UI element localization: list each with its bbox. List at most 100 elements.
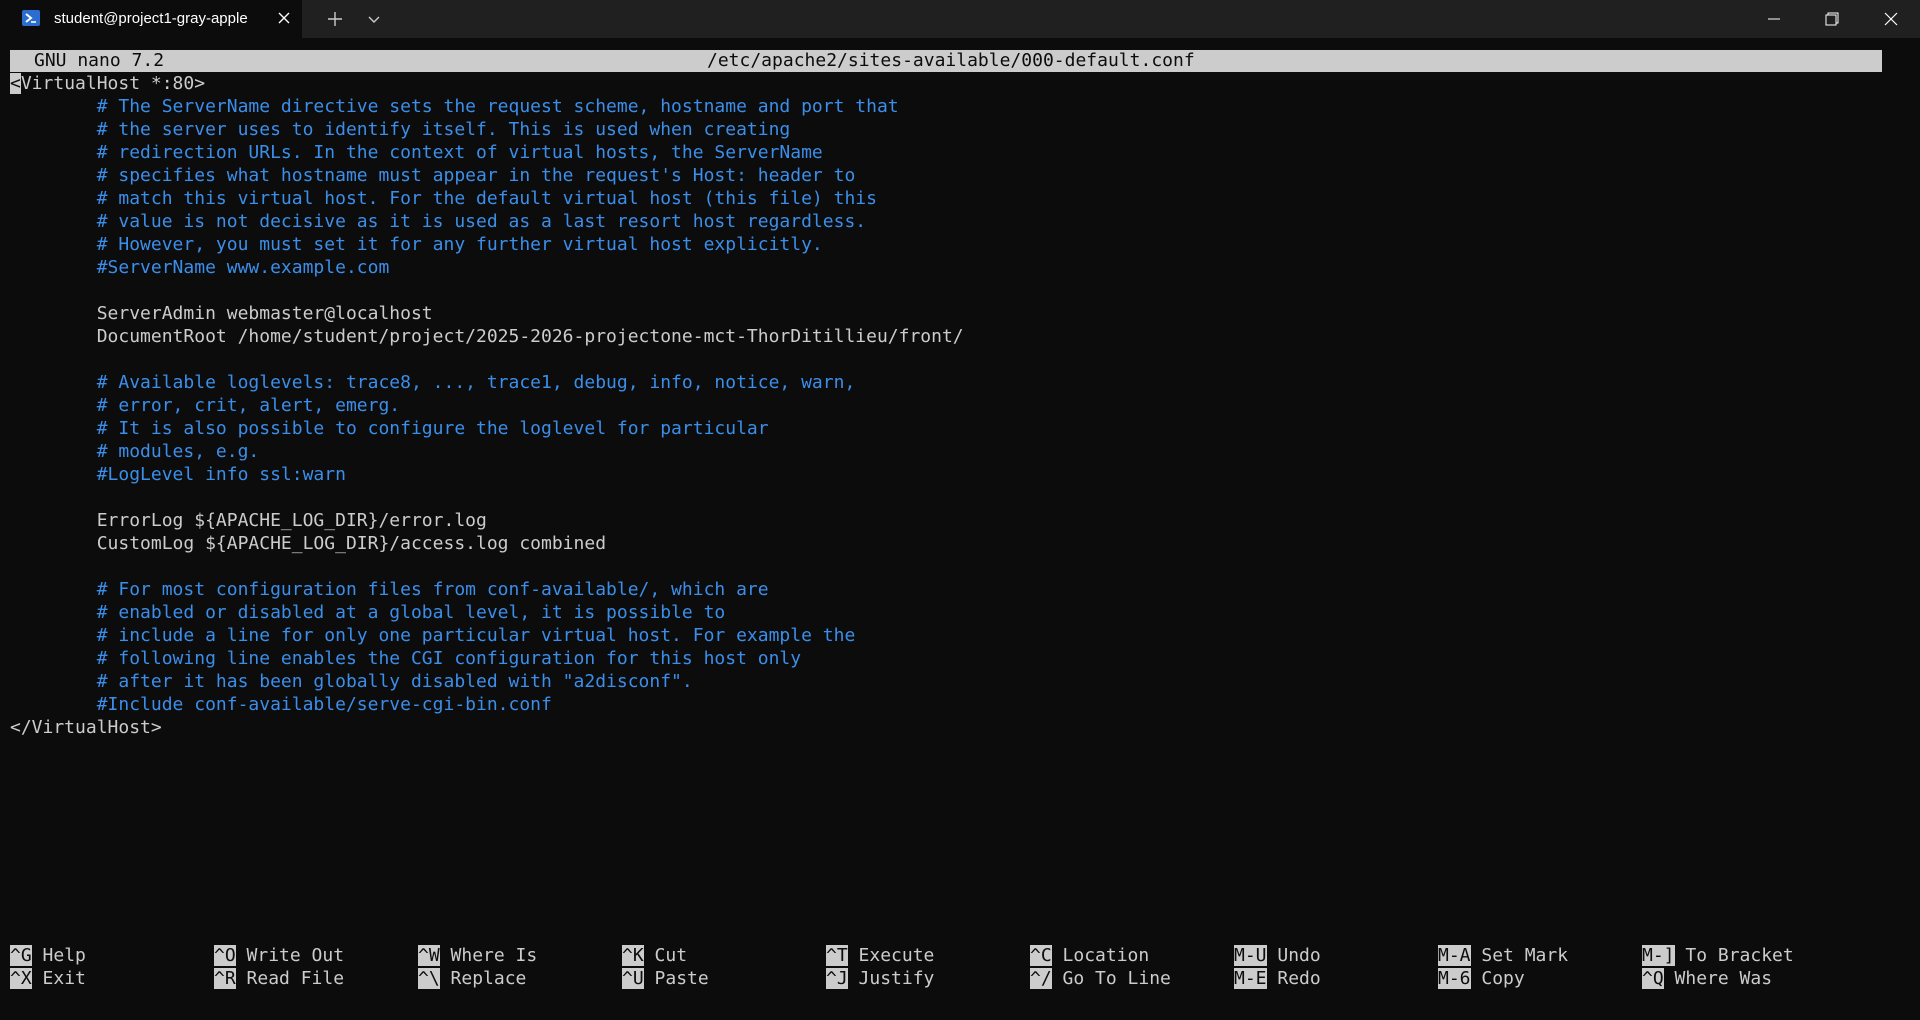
editor-line: # after it has been globally disabled wi… [10,670,1910,693]
shortcut-key: ^W [418,945,440,966]
shortcut-key: ^C [1030,945,1052,966]
editor-line: # For most configuration files from conf… [10,578,1910,601]
shortcut-key: ^K [622,945,644,966]
editor-line: # following line enables the CGI configu… [10,647,1910,670]
shortcut-item[interactable]: ^\ Replace [418,967,526,990]
shortcut-key: ^U [622,968,644,989]
shortcut-key: ^X [10,968,32,989]
editor-line: #LogLevel info ssl:warn [10,463,1910,486]
shortcut-key: ^Q [1642,968,1664,989]
editor-area[interactable]: <VirtualHost *:80> # The ServerName dire… [10,72,1910,739]
comment-text: #Include conf-available/serve-cgi-bin.co… [10,694,552,715]
shortcut-label: Justify [847,968,935,989]
shortcut-item[interactable]: ^X Exit [10,967,86,990]
shortcut-key: ^/ [1030,968,1052,989]
shortcut-item[interactable]: ^O Write Out [214,944,344,967]
shortcut-label: Read File [235,968,345,989]
shortcut-item[interactable]: M-] To Bracket [1642,944,1794,967]
text-cursor: < [10,73,21,94]
editor-line: # the server uses to identify itself. Th… [10,118,1910,141]
shortcut-item[interactable]: ^W Where Is [418,944,537,967]
terminal-tab[interactable]: student@project1-gray-apple [0,0,302,38]
editor-line-text: </VirtualHost> [10,717,162,738]
editor-line: </VirtualHost> [10,716,1910,739]
shortcut-key: M-6 [1438,968,1471,989]
editor-line-text: DocumentRoot /home/student/project/2025-… [10,326,964,347]
restore-button[interactable] [1803,0,1861,38]
shortcut-item[interactable]: ^T Execute [826,944,934,967]
editor-line: # match this virtual host. For the defau… [10,187,1910,210]
comment-text: # The ServerName directive sets the requ… [10,96,899,117]
shortcut-label: Execute [847,945,935,966]
shortcut-label: Help [31,945,86,966]
shortcut-label: Write Out [235,945,345,966]
shortcut-label: Copy [1470,968,1525,989]
window-titlebar: student@project1-gray-apple [0,0,1920,38]
shortcut-key: ^R [214,968,236,989]
shortcut-label: Location [1051,945,1150,966]
shortcut-label: Go To Line [1051,968,1171,989]
shortcut-key: ^J [826,968,848,989]
editor-line-text: VirtualHost *:80> [20,73,206,94]
shortcut-key: M-U [1234,945,1267,966]
comment-text: # error, crit, alert, emerg. [10,395,401,416]
nano-filename: /etc/apache2/sites-available/000-default… [707,50,1195,71]
editor-line-text: CustomLog ${APACHE_LOG_DIR}/access.log c… [10,533,607,554]
editor-line: # The ServerName directive sets the requ… [10,95,1910,118]
close-window-button[interactable] [1862,0,1920,38]
comment-text: # modules, e.g. [10,441,260,462]
shortcut-item[interactable]: ^G Help [10,944,86,967]
editor-line: ErrorLog ${APACHE_LOG_DIR}/error.log [10,509,1910,532]
shortcut-label: Paste [643,968,709,989]
editor-line: # Available loglevels: trace8, ..., trac… [10,371,1910,394]
shortcut-item[interactable]: ^U Paste [622,967,709,990]
minimize-button[interactable] [1745,0,1803,38]
shortcut-item[interactable]: ^C Location [1030,944,1149,967]
editor-line-text: ErrorLog ${APACHE_LOG_DIR}/error.log [10,510,487,531]
new-tab-icon[interactable] [326,10,344,28]
shortcut-item[interactable]: M-E Redo [1234,967,1321,990]
editor-line: # modules, e.g. [10,440,1910,463]
tab-title: student@project1-gray-apple [54,10,248,27]
shortcut-item[interactable]: ^Q Where Was [1642,967,1772,990]
comment-text: # include a line for only one particular… [10,625,856,646]
comment-text: # For most configuration files from conf… [10,579,769,600]
shortcut-key: ^O [214,945,236,966]
comment-text: # Available loglevels: trace8, ..., trac… [10,372,856,393]
comment-text: # the server uses to identify itself. Th… [10,119,791,140]
shortcut-item[interactable]: ^R Read File [214,967,344,990]
comment-text: #LogLevel info ssl:warn [10,464,346,485]
nano-version: GNU nano 7.2 [34,50,165,71]
editor-line: CustomLog ${APACHE_LOG_DIR}/access.log c… [10,532,1910,555]
editor-line: DocumentRoot /home/student/project/2025-… [10,325,1910,348]
editor-line: # It is also possible to configure the l… [10,417,1910,440]
shortcut-item[interactable]: ^J Justify [826,967,934,990]
editor-line: # redirection URLs. In the context of vi… [10,141,1910,164]
editor-line: # include a line for only one particular… [10,624,1910,647]
shortcut-item[interactable]: ^/ Go To Line [1030,967,1171,990]
shortcut-item[interactable]: M-U Undo [1234,944,1321,967]
shortcut-label: Cut [643,945,688,966]
editor-line: #Include conf-available/serve-cgi-bin.co… [10,693,1910,716]
editor-line: # value is not decisive as it is used as… [10,210,1910,233]
comment-text: # However, you must set it for any furth… [10,234,823,255]
editor-line: ServerAdmin webmaster@localhost [10,302,1910,325]
editor-line: # enabled or disabled at a global level,… [10,601,1910,624]
powershell-icon [22,10,40,26]
comment-text: #ServerName www.example.com [10,257,390,278]
shortcut-key: M-] [1642,945,1675,966]
close-tab-icon[interactable] [276,10,292,26]
editor-line: <VirtualHost *:80> [10,72,1910,95]
shortcut-item[interactable]: M-6 Copy [1438,967,1525,990]
comment-text: # enabled or disabled at a global level,… [10,602,726,623]
shortcut-label: Where Is [439,945,538,966]
shortcut-item[interactable]: ^K Cut [622,944,687,967]
comment-text: # redirection URLs. In the context of vi… [10,142,823,163]
shortcut-key: ^\ [418,968,440,989]
chevron-down-icon[interactable] [366,12,382,26]
shortcut-item[interactable]: M-A Set Mark [1438,944,1568,967]
comment-text: # value is not decisive as it is used as… [10,211,867,232]
